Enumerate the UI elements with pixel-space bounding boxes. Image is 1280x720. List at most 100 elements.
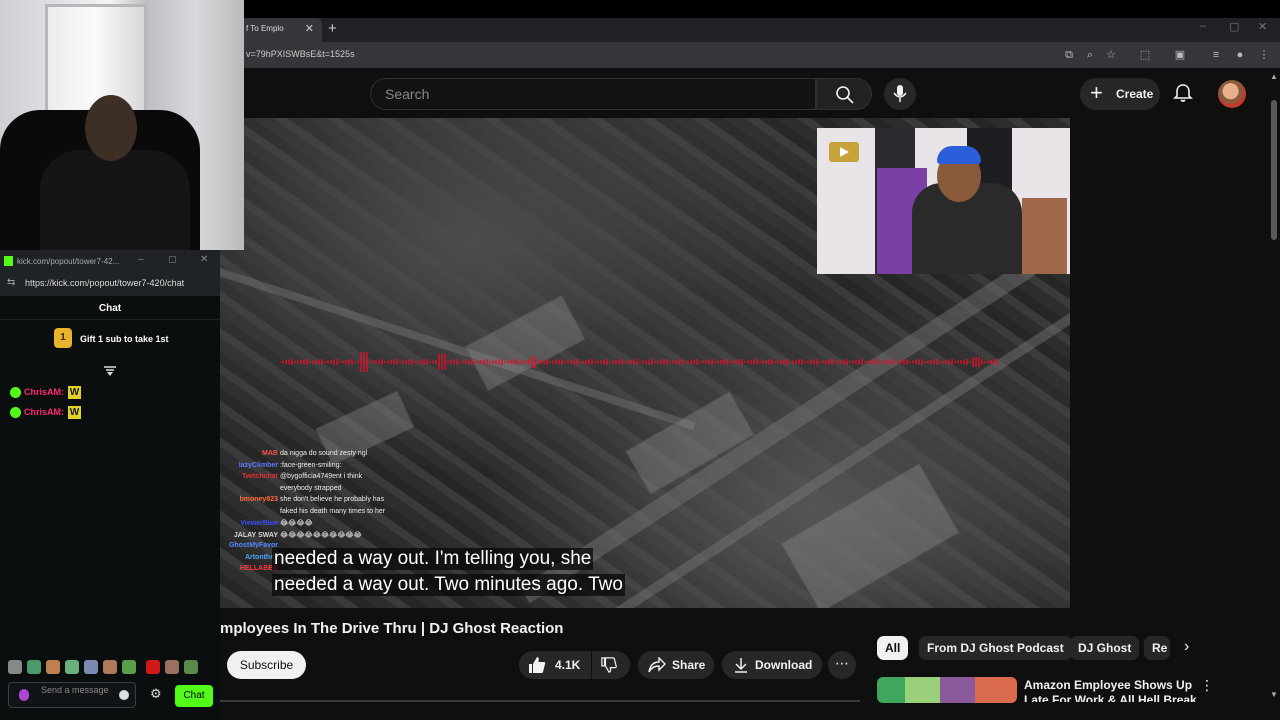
search-button[interactable]: [816, 78, 872, 110]
chip-from-dj-ghost-podcast[interactable]: From DJ Ghost Podcast: [919, 636, 1072, 660]
download-icon: [735, 658, 747, 673]
emote-icon[interactable]: [27, 660, 41, 674]
chat-message: ChrisAM: W: [10, 406, 81, 419]
like-button[interactable]: 4.1K: [519, 651, 591, 679]
chip-all[interactable]: All: [877, 636, 909, 660]
chevron-right-icon[interactable]: ›: [1184, 638, 1189, 656]
overlay-chat-text: :face-green-smiling:: [280, 461, 342, 469]
chip-related[interactable]: Re: [1144, 636, 1170, 660]
chat-username[interactable]: ChrisAM:: [24, 407, 64, 417]
profile-icon[interactable]: ●: [1232, 47, 1248, 63]
chair-back: [1022, 198, 1067, 274]
recommended-title[interactable]: Amazon Employee Shows Up Late For Work &…: [1024, 678, 1202, 702]
bookmark-star-icon[interactable]: ☆: [1103, 47, 1119, 63]
cast-icon[interactable]: ⧉: [1061, 47, 1077, 63]
search-input[interactable]: Search: [370, 78, 816, 110]
extensions-icon[interactable]: ⬚: [1137, 47, 1153, 63]
emote-icon[interactable]: [84, 660, 98, 674]
emote-bar: [6, 660, 198, 676]
kick-address-bar[interactable]: ⇆ https://kick.com/popout/tower7-420/cha…: [0, 272, 220, 296]
subscribe-button[interactable]: Subscribe: [227, 651, 306, 679]
gift-text: Gift 1 sub to take 1st: [80, 334, 169, 344]
overlay-chat-text: 😂😂😂😂: [280, 520, 313, 527]
person-body: [40, 150, 190, 250]
gift-sub-banner[interactable]: 1 Gift 1 sub to take 1st: [54, 328, 169, 348]
page-scrollbar[interactable]: [1271, 100, 1277, 240]
emote-icon[interactable]: [8, 660, 22, 674]
chat-username[interactable]: ChrisAM:: [24, 387, 64, 397]
emote-icon[interactable]: [165, 660, 179, 674]
sidepanel-icon[interactable]: ▣: [1172, 47, 1188, 63]
share-button[interactable]: Share: [638, 651, 714, 679]
overlay-chat-row: faked his death many times to her: [220, 508, 410, 520]
download-label: Download: [755, 658, 813, 672]
chat-settings-gear-icon[interactable]: ⚙: [150, 686, 162, 702]
kick-minimize-icon[interactable]: –: [138, 254, 144, 265]
description-divider: [220, 700, 860, 702]
site-settings-icon[interactable]: ⇆: [7, 277, 15, 288]
overlay-chat-row: JALAY SWAY 😂😂😂😂😂😂😂😂😂😂: [220, 531, 410, 543]
streamer-cap: [937, 146, 981, 164]
chat-input-placeholder: Send a message: [41, 685, 109, 695]
download-button[interactable]: Download: [722, 651, 822, 679]
w-emote: W: [68, 386, 81, 399]
emote-icon[interactable]: [146, 660, 160, 674]
like-count: 4.1K: [555, 658, 581, 672]
emote-icon[interactable]: [46, 660, 60, 674]
account-avatar[interactable]: [1218, 80, 1246, 108]
more-actions-icon[interactable]: ⋯: [828, 651, 856, 679]
overlay-chat-text: @bygofficia4749ent i think: [280, 473, 363, 480]
pinned-filter-icon[interactable]: [104, 366, 116, 376]
chip-dj-ghost[interactable]: DJ Ghost: [1070, 636, 1140, 660]
subtitle-line: needed a way out. I'm telling you, she: [272, 548, 594, 570]
rec-more-icon[interactable]: ⋮: [1200, 677, 1214, 694]
maximize-icon[interactable]: ▢: [1229, 20, 1239, 33]
overlay-chat-text: everybody strapped: [280, 484, 342, 492]
overlay-chat-text: she don't believe he probably has: [280, 496, 385, 503]
emote-icon[interactable]: [65, 660, 79, 674]
subtitle-line: needed a way out. Two minutes ago. Two: [272, 574, 625, 596]
dislike-button[interactable]: [592, 651, 630, 679]
recommended-thumbnail[interactable]: [877, 677, 1017, 703]
share-label: Share: [672, 658, 706, 672]
tab-close-icon[interactable]: ✕: [305, 22, 314, 35]
chat-message: ChrisAM: W: [10, 386, 81, 399]
new-tab-icon[interactable]: +: [328, 20, 337, 37]
create-button[interactable]: + Create: [1080, 78, 1160, 110]
kick-maximize-icon[interactable]: ▢: [168, 254, 177, 265]
chat-send-button[interactable]: Chat: [175, 685, 213, 707]
overlay-chat-name: MAB: [262, 450, 278, 457]
notifications-bell-icon[interactable]: [1172, 82, 1194, 104]
address-url[interactable]: v=79hPXISWBsE&t=1525s: [246, 49, 355, 59]
minimize-icon[interactable]: –: [1200, 20, 1206, 32]
plus-icon: +: [1090, 80, 1103, 105]
menu-dots-icon[interactable]: ⋮: [1256, 47, 1272, 63]
overlay-chat-name: Twitchchat: [241, 473, 278, 480]
scroll-up-icon[interactable]: ▲: [1270, 72, 1278, 81]
emoji-icon[interactable]: [119, 690, 129, 700]
mic-icon[interactable]: [19, 689, 29, 701]
youtube-header: Search + Create: [220, 68, 1280, 120]
overlay-chat-row: MAB da nigga do sound zesty ngl: [220, 450, 410, 462]
thumbs-up-icon: [529, 657, 546, 673]
zoom-icon[interactable]: ⌕: [1082, 47, 1098, 63]
window-close-icon[interactable]: ✕: [1258, 20, 1267, 33]
overlay-chat-name: Artonthe_: [244, 553, 278, 561]
audio-waveform: [280, 352, 998, 372]
emote-icon[interactable]: [122, 660, 136, 674]
overlay-chat-name: ViewerBlue: [240, 520, 278, 527]
chat-message-input[interactable]: Send a message: [8, 682, 136, 708]
overlay-chat-row: Twitchchat @bygofficia4749ent i think: [220, 473, 410, 485]
kick-close-icon[interactable]: ✕: [200, 254, 208, 265]
person-head: [85, 95, 137, 161]
voice-search-button[interactable]: [884, 78, 916, 110]
w-emote: W: [68, 406, 81, 419]
thumbs-down-icon: [601, 657, 617, 673]
emote-icon[interactable]: [103, 660, 117, 674]
overlay-chat-name: bmoney823: [239, 496, 278, 503]
kick-url[interactable]: https://kick.com/popout/tower7-420/chat: [25, 278, 184, 288]
create-label: Create: [1116, 87, 1154, 101]
media-icon[interactable]: ≡: [1208, 47, 1224, 63]
emote-icon[interactable]: [184, 660, 198, 674]
scroll-down-icon[interactable]: ▼: [1270, 690, 1278, 699]
